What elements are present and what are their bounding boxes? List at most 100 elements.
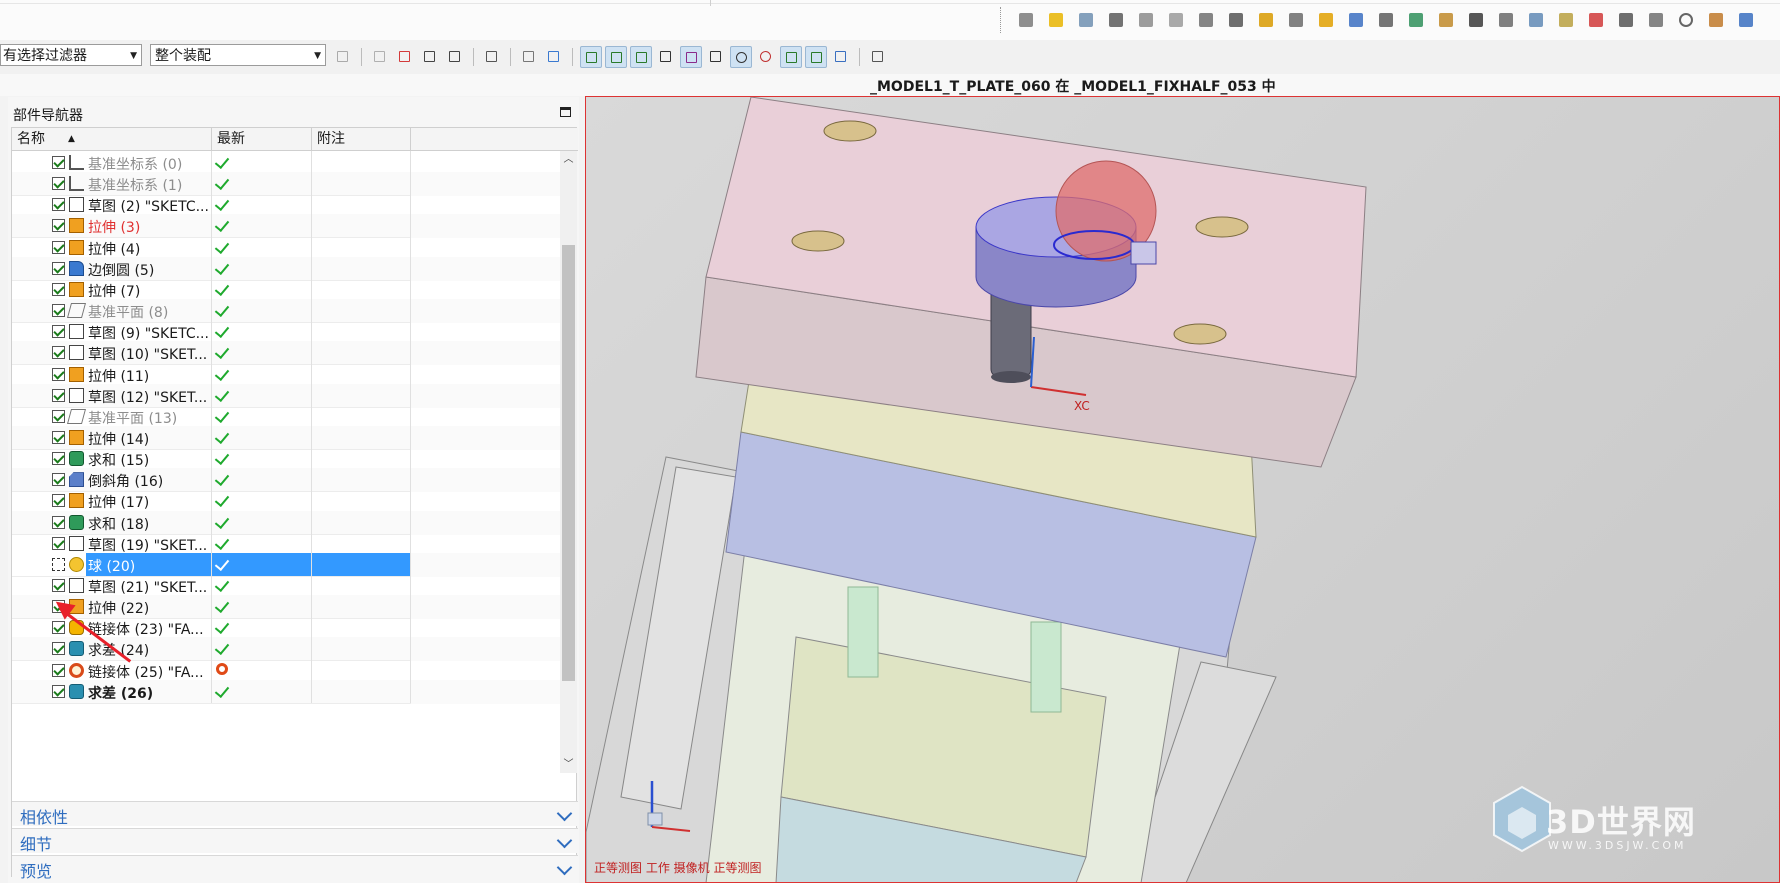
visibility-checkbox[interactable] <box>52 430 65 444</box>
snap-enable-icon[interactable] <box>580 46 602 68</box>
visibility-checkbox[interactable] <box>52 579 65 592</box>
visibility-checkbox[interactable] <box>52 515 65 529</box>
scroll-thumb[interactable] <box>562 245 575 681</box>
stack-icon[interactable] <box>1254 8 1278 32</box>
visibility-checkbox[interactable] <box>52 684 65 698</box>
panel-details[interactable]: 细节 <box>12 828 578 854</box>
graphics-title-bar: _MODEL1_T_PLATE_060 在 _MODEL1_FIXHALF_05… <box>0 74 1780 96</box>
end-point-icon[interactable] <box>605 46 627 68</box>
visibility-checkbox[interactable] <box>52 261 65 275</box>
visibility-checkbox[interactable] <box>52 156 65 169</box>
graphics-viewport[interactable]: XC 正等测图 工作 摄像机 正等测图 3D世界网 WWW.3DSJW.COM <box>585 96 1780 883</box>
quadrant-icon[interactable] <box>755 46 777 68</box>
base-icon[interactable] <box>1554 8 1578 32</box>
toolbar-grip[interactable] <box>1000 7 1004 33</box>
visibility-checkbox[interactable] <box>52 642 65 656</box>
snap-toolbar <box>332 45 889 69</box>
chevron-down-icon: ▼ <box>314 51 321 61</box>
intent-icon[interactable] <box>419 46 441 68</box>
panel-preview[interactable]: 预览 <box>12 855 578 881</box>
move-body-icon[interactable] <box>1404 8 1428 32</box>
visibility-checkbox[interactable] <box>52 621 65 635</box>
scroll-down-icon[interactable]: ﹀ <box>560 756 577 773</box>
sketch-icon <box>69 345 84 361</box>
show-hide-icon[interactable] <box>518 46 540 68</box>
visibility-checkbox[interactable] <box>52 346 65 360</box>
visibility-checkbox[interactable] <box>52 473 65 487</box>
maximize-icon[interactable] <box>560 107 571 117</box>
feature-label: 倒斜角 (16) <box>88 474 164 491</box>
perpendicular-icon[interactable] <box>705 46 727 68</box>
more-tools-icon[interactable] <box>1734 8 1758 32</box>
point-on-curve-icon[interactable] <box>805 46 827 68</box>
frame-icon[interactable] <box>1644 8 1668 32</box>
cylinder-icon[interactable] <box>1704 8 1728 32</box>
view-eye-icon[interactable] <box>1674 8 1698 32</box>
visibility-checkbox[interactable] <box>52 282 65 296</box>
intersection-icon[interactable] <box>680 46 702 68</box>
split-icon[interactable] <box>1494 8 1518 32</box>
step-icon[interactable] <box>1434 8 1458 32</box>
visibility-checkbox[interactable] <box>52 557 65 571</box>
feature-select-icon[interactable] <box>444 46 466 68</box>
visibility-checkbox[interactable] <box>52 409 65 423</box>
visibility-checkbox[interactable] <box>52 663 65 677</box>
visibility-checkbox[interactable] <box>52 536 65 550</box>
counterbore-1 <box>823 120 877 142</box>
column-header-name[interactable]: 名称 ▲ <box>12 128 212 150</box>
slot-icon[interactable] <box>1314 8 1338 32</box>
column-header-latest[interactable]: 最新 <box>212 128 312 150</box>
scope-dropdown[interactable]: 整个装配 ▼ <box>150 44 326 66</box>
grid-snap-icon[interactable] <box>867 46 889 68</box>
visibility-checkbox[interactable] <box>52 198 65 212</box>
box-icon[interactable] <box>1134 8 1158 32</box>
pocket-icon[interactable] <box>1194 8 1218 32</box>
type-filter-dropdown[interactable]: 有选择过滤器 ▼ <box>0 44 142 66</box>
mid-point-icon[interactable] <box>630 46 652 68</box>
datum-list-icon[interactable] <box>1014 8 1038 32</box>
offset-icon[interactable] <box>1524 8 1548 32</box>
return-pin-right <box>1030 621 1062 713</box>
visibility-checkbox[interactable] <box>52 240 65 254</box>
tree-row[interactable]: 求差 (26) <box>12 679 560 704</box>
wave-link-icon[interactable] <box>1584 8 1608 32</box>
datum-csys-icon <box>69 155 84 170</box>
csys-tool-icon[interactable] <box>1104 8 1128 32</box>
visibility-checkbox[interactable] <box>52 177 65 191</box>
visibility-checkbox[interactable] <box>52 494 65 508</box>
watermark-cube-icon <box>1493 785 1551 853</box>
rectangle-select-icon[interactable] <box>481 46 503 68</box>
visibility-checkbox[interactable] <box>52 367 65 381</box>
fill-icon[interactable] <box>1344 8 1368 32</box>
extrude-tool-icon[interactable] <box>1044 8 1068 32</box>
visibility-checkbox[interactable] <box>52 304 65 318</box>
panel-dependencies[interactable]: 相依性 <box>12 801 578 827</box>
grid-icon[interactable] <box>1614 8 1638 32</box>
point-on-face-icon[interactable] <box>830 46 852 68</box>
select-mode-icon[interactable] <box>394 46 416 68</box>
table-icon[interactable] <box>1284 8 1308 32</box>
scroll-up-icon[interactable]: ︿ <box>560 151 577 168</box>
arc-center-icon[interactable] <box>730 46 752 68</box>
column-latest-label: 最新 <box>217 131 245 147</box>
visibility-checkbox[interactable] <box>52 388 65 402</box>
column-header-note[interactable]: 附注 <box>312 128 411 150</box>
tools-icon[interactable] <box>1224 8 1248 32</box>
extrude-icon <box>69 429 84 445</box>
toolbar-separator <box>572 48 573 66</box>
existing-point-icon[interactable] <box>780 46 802 68</box>
filter-settings-icon[interactable] <box>332 46 354 68</box>
project-icon[interactable] <box>1374 8 1398 32</box>
select-icon[interactable] <box>369 46 391 68</box>
trim-body-icon[interactable] <box>1464 8 1488 32</box>
control-point-icon[interactable] <box>655 46 677 68</box>
feature-tree: 名称 ▲ 最新 附注 基准坐标系 (0) 基准坐标系 (1) 草图 (2) "SKE… <box>11 127 578 881</box>
plane-tool-icon[interactable] <box>1164 8 1188 32</box>
visibility-checkbox[interactable] <box>52 452 65 466</box>
visibility-checkbox[interactable] <box>52 219 65 233</box>
pattern-icon[interactable] <box>1074 8 1098 32</box>
body-filter-icon[interactable] <box>543 46 565 68</box>
feature-label: 拉伸 (22) <box>88 601 150 618</box>
vertical-scrollbar[interactable]: ︿ ﹀ <box>560 151 577 773</box>
visibility-checkbox[interactable] <box>52 325 65 339</box>
